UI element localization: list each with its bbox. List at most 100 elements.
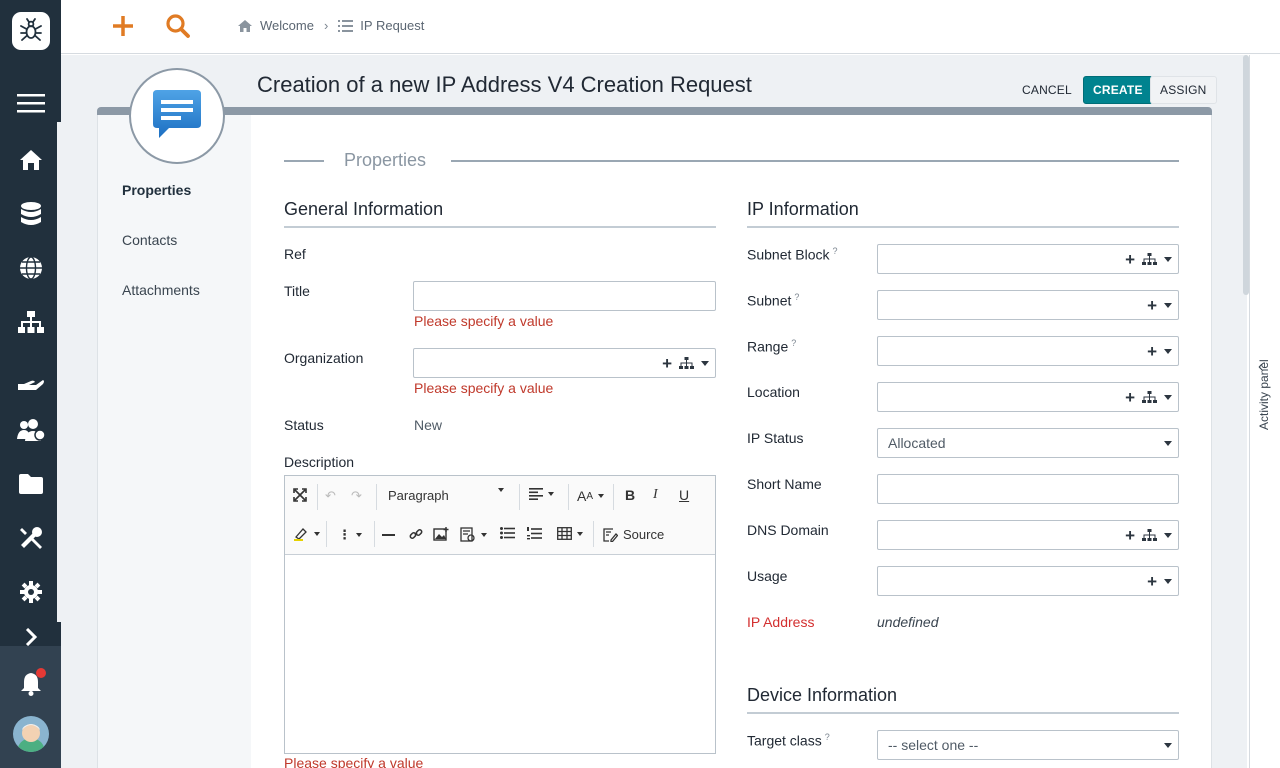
- subnet-block-caret-icon[interactable]: [1164, 256, 1172, 262]
- location-select[interactable]: +: [877, 382, 1179, 412]
- target-class-help[interactable]: ?: [825, 732, 830, 742]
- editor-more-icon[interactable]: ⋮: [338, 527, 362, 543]
- create-button[interactable]: CREATE: [1083, 76, 1153, 104]
- tab-properties[interactable]: Properties: [122, 182, 191, 198]
- editor-highlight-icon[interactable]: [293, 527, 320, 541]
- breadcrumb-current[interactable]: IP Request: [338, 18, 424, 33]
- dns-domain-hierarchy-icon[interactable]: [1142, 528, 1157, 542]
- request-chat-icon: [129, 68, 225, 164]
- subnet-select[interactable]: +: [877, 290, 1179, 320]
- organization-label: Organization: [284, 350, 364, 366]
- editor-link-icon[interactable]: [409, 527, 423, 541]
- editor-paragraph-select[interactable]: Paragraph: [388, 488, 449, 503]
- ip-address-value: undefined: [877, 614, 939, 630]
- database-icon[interactable]: [14, 197, 48, 231]
- editor-underline-icon[interactable]: U: [679, 487, 689, 503]
- editor-italic-icon[interactable]: I: [653, 487, 658, 503]
- expand-nav-chevron-icon[interactable]: [14, 628, 48, 646]
- usage-select[interactable]: +: [877, 566, 1179, 596]
- tab-contacts[interactable]: Contacts: [122, 232, 177, 248]
- breadcrumb-home-icon: [238, 19, 252, 32]
- tab-attachments[interactable]: Attachments: [122, 282, 200, 298]
- subnet-block-select[interactable]: +: [877, 244, 1179, 274]
- range-select[interactable]: +: [877, 336, 1179, 366]
- home-icon[interactable]: [14, 143, 48, 177]
- breadcrumb-home[interactable]: Welcome: [237, 18, 314, 33]
- toolbar-separator: [376, 484, 377, 510]
- organization-dropdown-caret-icon[interactable]: [701, 360, 709, 366]
- app-logo-icon[interactable]: [12, 12, 50, 50]
- dns-domain-select[interactable]: +: [877, 520, 1179, 550]
- editor-image-icon[interactable]: [433, 527, 449, 541]
- cancel-button[interactable]: CANCEL: [1013, 76, 1081, 104]
- location-caret-icon[interactable]: [1164, 394, 1172, 400]
- editor-template-icon[interactable]: [460, 527, 487, 542]
- settings-gear-icon[interactable]: [14, 575, 48, 609]
- title-input[interactable]: [413, 281, 716, 311]
- location-create-plus-icon[interactable]: +: [1125, 389, 1135, 406]
- device-information-rule: [747, 712, 1179, 714]
- subnet-create-plus-icon[interactable]: +: [1147, 297, 1157, 314]
- editor-fullscreen-icon[interactable]: [293, 488, 307, 502]
- service-hand-icon[interactable]: [14, 365, 48, 399]
- subnet-block-hierarchy-icon[interactable]: [1142, 252, 1157, 266]
- editor-table-icon[interactable]: [557, 527, 583, 540]
- editor-font-size-icon[interactable]: AA: [577, 488, 605, 504]
- subnet-help[interactable]: ?: [794, 292, 799, 302]
- toolbar-separator: [317, 484, 318, 510]
- toolbar-separator: [593, 521, 594, 547]
- range-label-text: Range: [747, 338, 789, 355]
- target-class-caret-icon[interactable]: [1164, 742, 1172, 748]
- editor-source-button[interactable]: Source: [603, 527, 664, 542]
- folder-icon[interactable]: [14, 467, 48, 501]
- organization-hierarchy-icon[interactable]: [679, 356, 694, 370]
- user-avatar[interactable]: [13, 716, 49, 752]
- hierarchy-icon[interactable]: [14, 305, 48, 339]
- tools-icon[interactable]: [14, 521, 48, 555]
- editor-horizontal-line-icon[interactable]: [382, 534, 395, 536]
- editor-numbered-list-icon[interactable]: [527, 527, 542, 540]
- location-hierarchy-icon[interactable]: [1142, 390, 1157, 404]
- title-error: Please specify a value: [414, 313, 554, 329]
- editor-align-icon[interactable]: [529, 488, 554, 500]
- subnet-caret-icon[interactable]: [1164, 302, 1172, 308]
- organization-select[interactable]: +: [413, 348, 716, 378]
- subnet-block-help[interactable]: ?: [833, 246, 838, 256]
- editor-bulleted-list-icon[interactable]: [500, 527, 515, 539]
- editor-paragraph-label: Paragraph: [388, 488, 449, 503]
- organization-error: Please specify a value: [414, 380, 554, 396]
- range-caret-icon[interactable]: [1164, 348, 1172, 354]
- dns-domain-caret-icon[interactable]: [1164, 532, 1172, 538]
- assign-button[interactable]: ASSIGN: [1150, 76, 1217, 104]
- editor-bold-icon[interactable]: B: [625, 487, 635, 503]
- ip-address-label: IP Address: [747, 614, 815, 630]
- activity-panel-label[interactable]: Activity panel: [1257, 359, 1271, 430]
- editor-undo-icon[interactable]: ↶: [325, 488, 336, 504]
- breadcrumb-separator-icon: ›: [323, 18, 329, 33]
- title-label: Title: [284, 283, 310, 299]
- range-create-plus-icon[interactable]: +: [1147, 343, 1157, 360]
- range-help[interactable]: ?: [791, 338, 796, 348]
- editor-redo-icon[interactable]: ↷: [351, 488, 362, 504]
- dns-domain-create-plus-icon[interactable]: +: [1125, 527, 1135, 544]
- new-object-plus-icon[interactable]: [109, 12, 137, 40]
- organization-create-plus-icon[interactable]: +: [662, 355, 672, 372]
- usage-create-plus-icon[interactable]: +: [1147, 573, 1157, 590]
- global-search-icon[interactable]: [164, 12, 192, 40]
- editor-paragraph-caret-icon[interactable]: [493, 488, 504, 492]
- teams-icon[interactable]: [14, 413, 48, 447]
- short-name-input[interactable]: [877, 474, 1179, 504]
- subnet-block-label-text: Subnet Block: [747, 246, 830, 263]
- description-editor[interactable]: ↶ ↷ Paragraph AA B I U ⋮ Source: [284, 475, 716, 754]
- subnet-block-create-plus-icon[interactable]: +: [1125, 251, 1135, 268]
- usage-caret-icon[interactable]: [1164, 578, 1172, 584]
- target-class-label-text: Target class: [747, 732, 822, 749]
- object-header-bar: [97, 107, 1212, 115]
- ip-status-select[interactable]: Allocated: [877, 428, 1179, 458]
- menu-icon[interactable]: [14, 86, 48, 120]
- target-class-select[interactable]: -- select one --: [877, 730, 1179, 760]
- toolbar-separator: [374, 521, 375, 547]
- ip-status-caret-icon[interactable]: [1164, 440, 1172, 446]
- globe-icon[interactable]: [14, 251, 48, 285]
- editor-source-label: Source: [623, 527, 665, 542]
